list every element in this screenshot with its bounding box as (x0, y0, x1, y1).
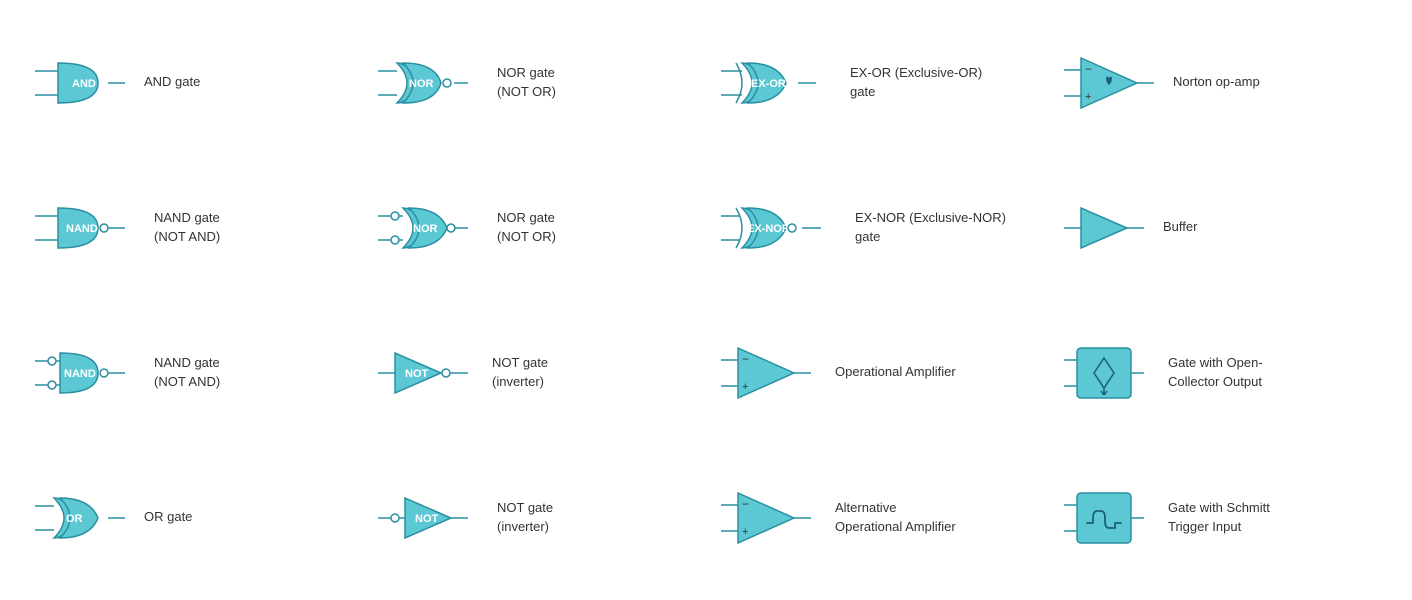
nor-gate-2-label: NOR gate(NOT OR) (497, 209, 556, 245)
op-amp-label: Operational Amplifier (835, 363, 956, 381)
cell-nand-gate-2: NAND NAND gate(NOT AND) (20, 300, 363, 445)
schmitt-trigger-symbol (1059, 483, 1154, 553)
alt-op-amp-label: AlternativeOperational Amplifier (835, 499, 956, 535)
nor-gate-2-symbol: NOR (373, 198, 483, 258)
not-gate-2-label: NOT gate(inverter) (497, 499, 553, 535)
svg-text:NOR: NOR (409, 78, 434, 90)
buffer-label: Buffer (1163, 218, 1197, 236)
svg-text:+: + (742, 381, 748, 393)
or-gate-symbol: OR (30, 488, 130, 548)
cell-nor-gate-1: NOR NOR gate(NOT OR) (363, 10, 706, 155)
svg-text:NOR: NOR (413, 223, 438, 235)
cell-alt-op-amp: − + AlternativeOperational Amplifier (706, 445, 1049, 590)
nand-gate-2-symbol: NAND (30, 343, 140, 403)
schmitt-trigger-label: Gate with SchmittTrigger Input (1168, 499, 1270, 535)
svg-text:AND: AND (72, 78, 96, 90)
open-collector-symbol (1059, 338, 1154, 408)
or-gate-label: OR gate (144, 508, 192, 526)
cell-schmitt-trigger: Gate with SchmittTrigger Input (1049, 445, 1392, 590)
svg-text:NOT: NOT (405, 368, 429, 380)
svg-text:+: + (1085, 91, 1091, 103)
cell-open-collector: Gate with Open-Collector Output (1049, 300, 1392, 445)
open-collector-label: Gate with Open-Collector Output (1168, 354, 1263, 390)
cell-not-gate-1: NOT NOT gate(inverter) (363, 300, 706, 445)
and-gate-symbol: AND (30, 53, 130, 113)
norton-op-amp-label: Norton op-amp (1173, 73, 1260, 91)
exnor-gate-symbol: EX-NOR (716, 198, 841, 258)
nor-gate-1-symbol: NOR (373, 53, 483, 113)
not-gate-1-label: NOT gate(inverter) (492, 354, 548, 390)
exnor-gate-label: EX-NOR (Exclusive-NOR)gate (855, 209, 1006, 245)
cell-norton-op-amp: − + Norton op-amp (1049, 10, 1392, 155)
svg-text:−: − (742, 497, 749, 511)
op-amp-symbol: − + (716, 338, 821, 408)
svg-text:−: − (1085, 62, 1092, 76)
svg-text:NOT: NOT (415, 513, 439, 525)
svg-text:OR: OR (66, 513, 83, 525)
main-grid: AND AND gate NOR NOR gate(NOT OR) (0, 0, 1412, 600)
alt-op-amp-symbol: − + (716, 483, 821, 553)
not-gate-2-symbol: NOT (373, 488, 483, 548)
nand-gate-1-label: NAND gate(NOT AND) (154, 209, 220, 245)
cell-and-gate: AND AND gate (20, 10, 363, 155)
cell-not-gate-2: NOT NOT gate(inverter) (363, 445, 706, 590)
exor-gate-label: EX-OR (Exclusive-OR)gate (850, 64, 982, 100)
svg-text:+: + (742, 526, 748, 538)
not-gate-1-symbol: NOT (373, 343, 478, 403)
cell-nor-gate-2: NOR NOR gate(NOT OR) (363, 155, 706, 300)
norton-op-amp-symbol: − + (1059, 48, 1159, 118)
svg-text:NAND: NAND (66, 223, 98, 235)
cell-buffer: Buffer (1049, 155, 1392, 300)
cell-nand-gate-1: NAND NAND gate(NOT AND) (20, 155, 363, 300)
svg-text:NAND: NAND (64, 368, 96, 380)
nand-gate-1-symbol: NAND (30, 198, 140, 258)
buffer-symbol (1059, 198, 1149, 258)
nand-gate-2-label: NAND gate(NOT AND) (154, 354, 220, 390)
cell-or-gate: OR OR gate (20, 445, 363, 590)
cell-op-amp: − + Operational Amplifier (706, 300, 1049, 445)
exor-gate-symbol: EX-OR (716, 53, 836, 113)
cell-exnor-gate: EX-NOR EX-NOR (Exclusive-NOR)gate (706, 155, 1049, 300)
nor-gate-1-label: NOR gate(NOT OR) (497, 64, 556, 100)
svg-text:−: − (742, 352, 749, 366)
svg-text:EX-NOR: EX-NOR (747, 223, 790, 235)
cell-exor-gate: EX-OR EX-OR (Exclusive-OR)gate (706, 10, 1049, 155)
svg-text:EX-OR: EX-OR (751, 78, 786, 90)
and-gate-label: AND gate (144, 73, 200, 91)
